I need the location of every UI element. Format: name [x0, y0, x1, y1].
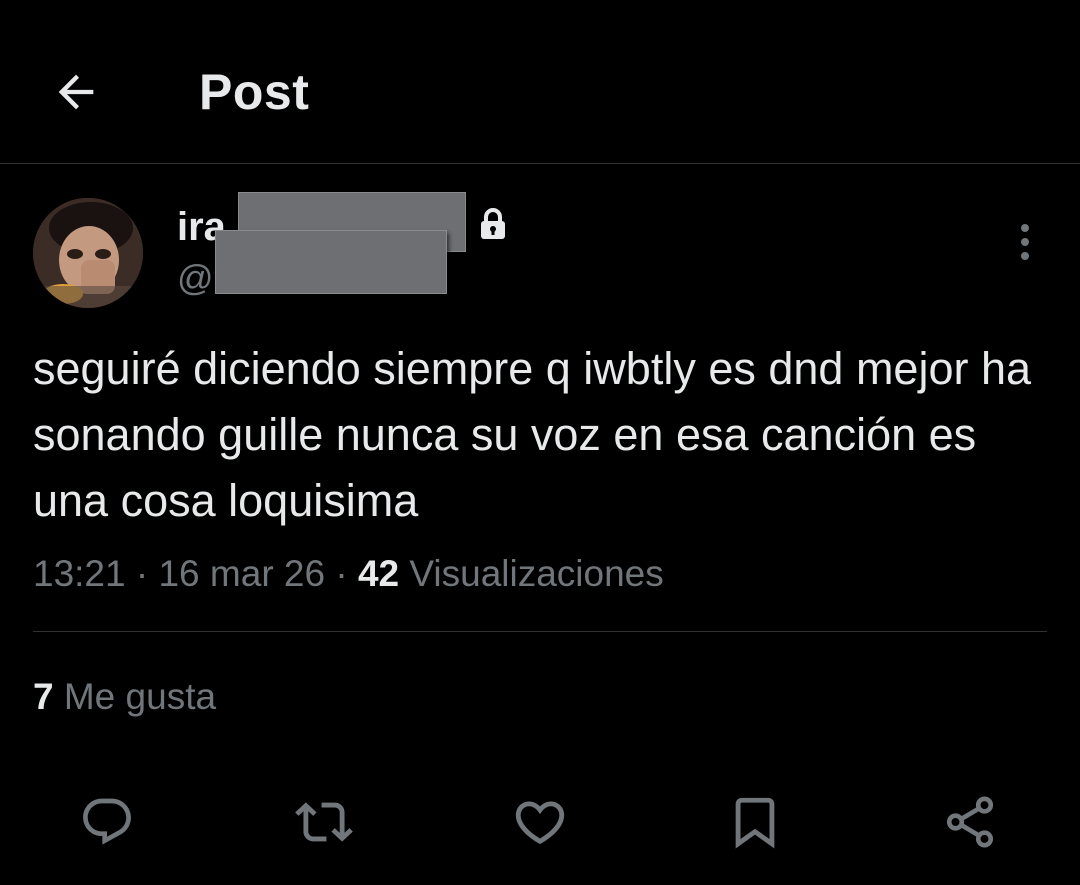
heart-icon [515, 801, 565, 845]
post-metadata: 13:21 · 16 mar 26 · 42 Visualizaciones [33, 552, 664, 596]
divider [33, 631, 1047, 632]
avatar-photo [33, 198, 143, 308]
lock-icon [478, 207, 508, 241]
post-time: 13:21 [33, 553, 126, 594]
like-button[interactable] [508, 790, 572, 854]
likes-count: 7 [33, 676, 54, 717]
bookmark-icon [735, 797, 775, 849]
handle-prefix[interactable]: @ [177, 258, 214, 298]
arrow-left-icon [58, 74, 94, 110]
likes-stat[interactable]: 7 Me gusta [33, 675, 216, 719]
more-vertical-icon [1021, 224, 1029, 260]
page-title: Post [199, 64, 310, 120]
top-app-bar: Post [0, 0, 1080, 164]
redaction-box-handle [215, 230, 447, 294]
bookmark-button[interactable] [723, 790, 787, 854]
likes-label: Me gusta [63, 676, 217, 717]
meta-separator: · [135, 553, 149, 594]
repost-icon [295, 802, 353, 842]
post-date: 16 mar 26 [158, 553, 326, 594]
reply-icon [83, 798, 131, 845]
views-count[interactable]: 42 [358, 553, 399, 594]
views-label[interactable]: Visualizaciones [409, 553, 663, 594]
repost-button[interactable] [292, 790, 356, 854]
post-text: seguiré diciendo siempre q iwbtly es dnd… [33, 343, 1032, 526]
avatar[interactable] [33, 198, 143, 308]
back-button[interactable] [46, 62, 106, 122]
share-icon [946, 796, 994, 848]
more-options-button[interactable] [1008, 222, 1042, 262]
reply-button[interactable] [75, 790, 139, 854]
share-button[interactable] [938, 790, 1002, 854]
meta-separator: · [335, 553, 348, 594]
